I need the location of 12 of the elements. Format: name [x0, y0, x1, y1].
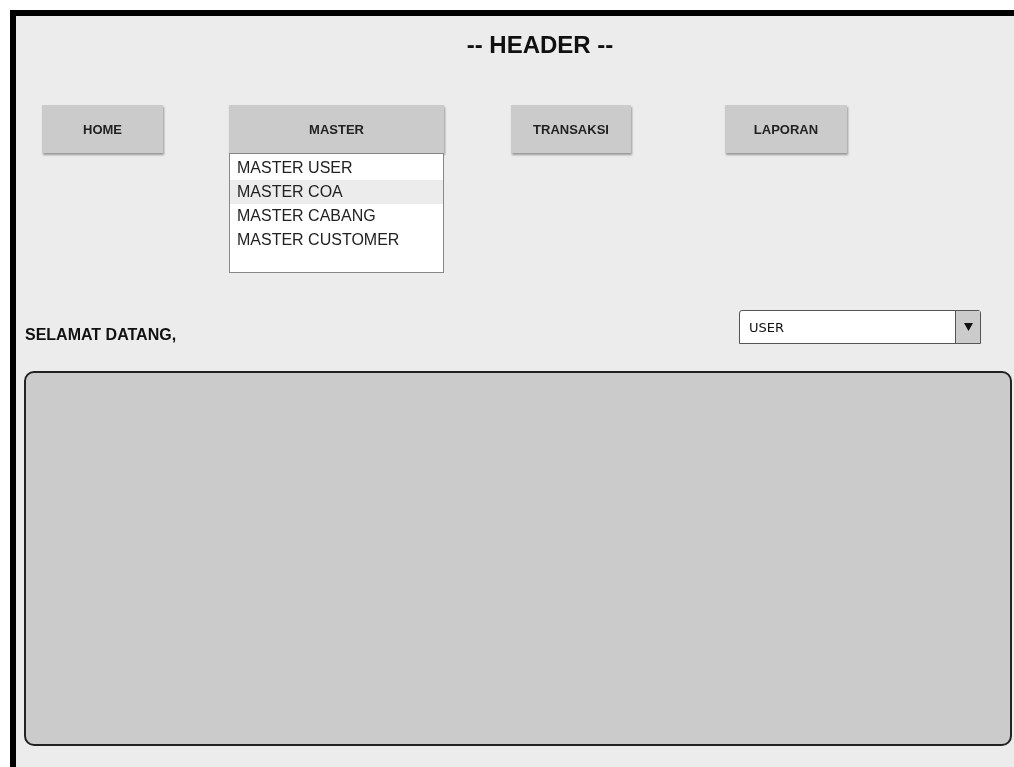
menu-button[interactable]: LAPORAN — [725, 105, 847, 153]
welcome-text: SELAMAT DATANG, — [25, 325, 177, 344]
menu-item[interactable]: MASTER CABANG — [230, 204, 443, 228]
menu-item[interactable]: MASTER COA — [230, 180, 443, 204]
menu-button[interactable]: TRANSAKSI — [511, 105, 631, 153]
header-title: -- HEADER -- — [466, 30, 614, 60]
user-select[interactable]: USER — [739, 309, 981, 344]
menu-item[interactable]: MASTER CUSTOMER — [230, 228, 443, 252]
menu-button[interactable]: HOME — [42, 105, 163, 153]
menu-item[interactable]: MASTER USER — [230, 156, 443, 180]
caret-icon — [963, 322, 973, 331]
menu-button[interactable]: MASTER — [229, 105, 444, 153]
